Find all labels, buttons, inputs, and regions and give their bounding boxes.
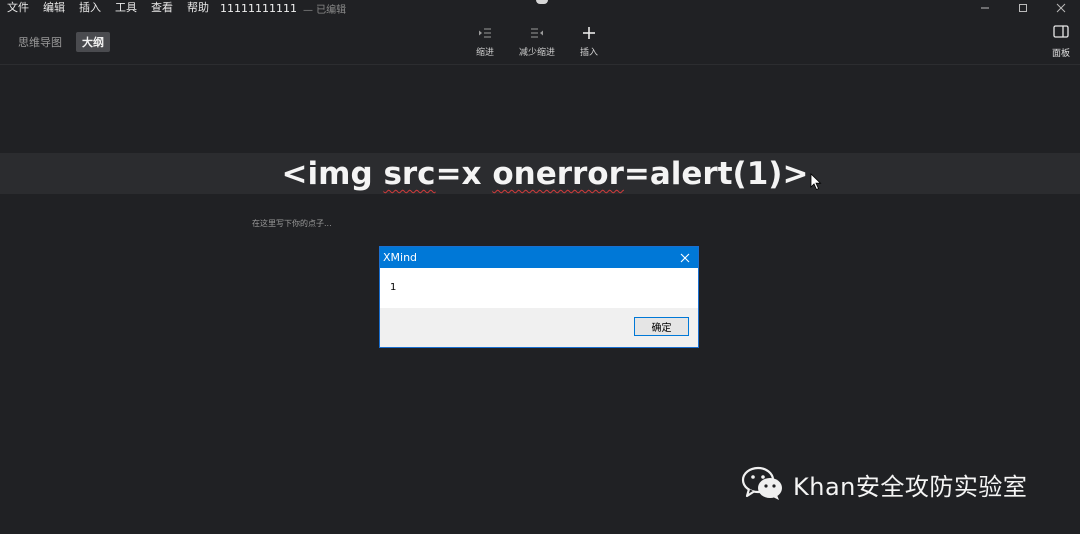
- toolbar: 思维导图 大纲 缩进 减少缩进 插入 面板: [0, 18, 1080, 65]
- panel-label: 面板: [1051, 49, 1070, 59]
- topic-part-misspelled: onerror: [492, 156, 624, 192]
- close-icon: [1056, 3, 1066, 13]
- document-title: 11111111111: [220, 1, 297, 15]
- wechat-icon: [741, 466, 782, 500]
- topic-part-misspelled: src: [383, 156, 436, 192]
- outdent-label: 减少缩进: [518, 48, 555, 58]
- dialog-titlebar: XMind: [380, 247, 698, 268]
- watermark: Khan安全攻防实验室: [741, 466, 1027, 502]
- dialog-message: 1: [390, 282, 397, 293]
- tab-mindmap[interactable]: 思维导图: [12, 32, 68, 52]
- window-controls: [966, 0, 1080, 16]
- plus-icon: [582, 24, 596, 42]
- mouse-cursor-icon: [810, 173, 822, 191]
- topic-part: =alert(1)>: [623, 156, 809, 192]
- indent-label: 缩进: [475, 48, 494, 58]
- topic-title[interactable]: <img src=x onerror=alert(1)>: [0, 156, 1080, 192]
- view-switcher: 思维导图 大纲: [12, 32, 110, 52]
- close-icon: [680, 253, 690, 262]
- indent-icon: [478, 24, 492, 42]
- topic-part: <img: [281, 156, 384, 192]
- tab-outline[interactable]: 大纲: [76, 32, 110, 52]
- menu-help[interactable]: 帮助: [180, 0, 216, 16]
- menu-insert[interactable]: 插入: [72, 0, 108, 16]
- panel-button[interactable]: 面板: [1052, 24, 1070, 59]
- maximize-button[interactable]: [1004, 0, 1042, 16]
- minimize-icon: [981, 7, 989, 9]
- minimize-button[interactable]: [966, 0, 1004, 16]
- menu-file[interactable]: 文件: [0, 0, 36, 16]
- menu-view[interactable]: 查看: [144, 0, 180, 16]
- indent-button[interactable]: 缩进: [461, 24, 509, 58]
- dialog-body: 1: [380, 268, 698, 308]
- dialog-footer: 确定: [380, 308, 698, 347]
- close-window-button[interactable]: [1042, 0, 1080, 16]
- notes-placeholder[interactable]: 在这里写下你的点子...: [252, 218, 332, 229]
- outdent-button[interactable]: 减少缩进: [513, 24, 561, 58]
- panel-icon: [1053, 24, 1069, 43]
- watermark-text: Khan安全攻防实验室: [793, 472, 1028, 501]
- insert-label: 插入: [579, 48, 598, 58]
- maximize-icon: [1019, 4, 1027, 12]
- outdent-icon: [530, 24, 544, 42]
- dialog-close-button[interactable]: [678, 251, 692, 265]
- menu-tools[interactable]: 工具: [108, 0, 144, 16]
- ok-button[interactable]: 确定: [634, 317, 689, 336]
- alert-dialog: XMind 1 确定: [379, 246, 699, 348]
- document-status: — 已编辑: [302, 4, 347, 16]
- insert-button[interactable]: 插入: [565, 24, 613, 58]
- menu-edit[interactable]: 编辑: [36, 0, 72, 16]
- topic-part: =x: [435, 156, 493, 192]
- dialog-title: XMind: [383, 251, 418, 264]
